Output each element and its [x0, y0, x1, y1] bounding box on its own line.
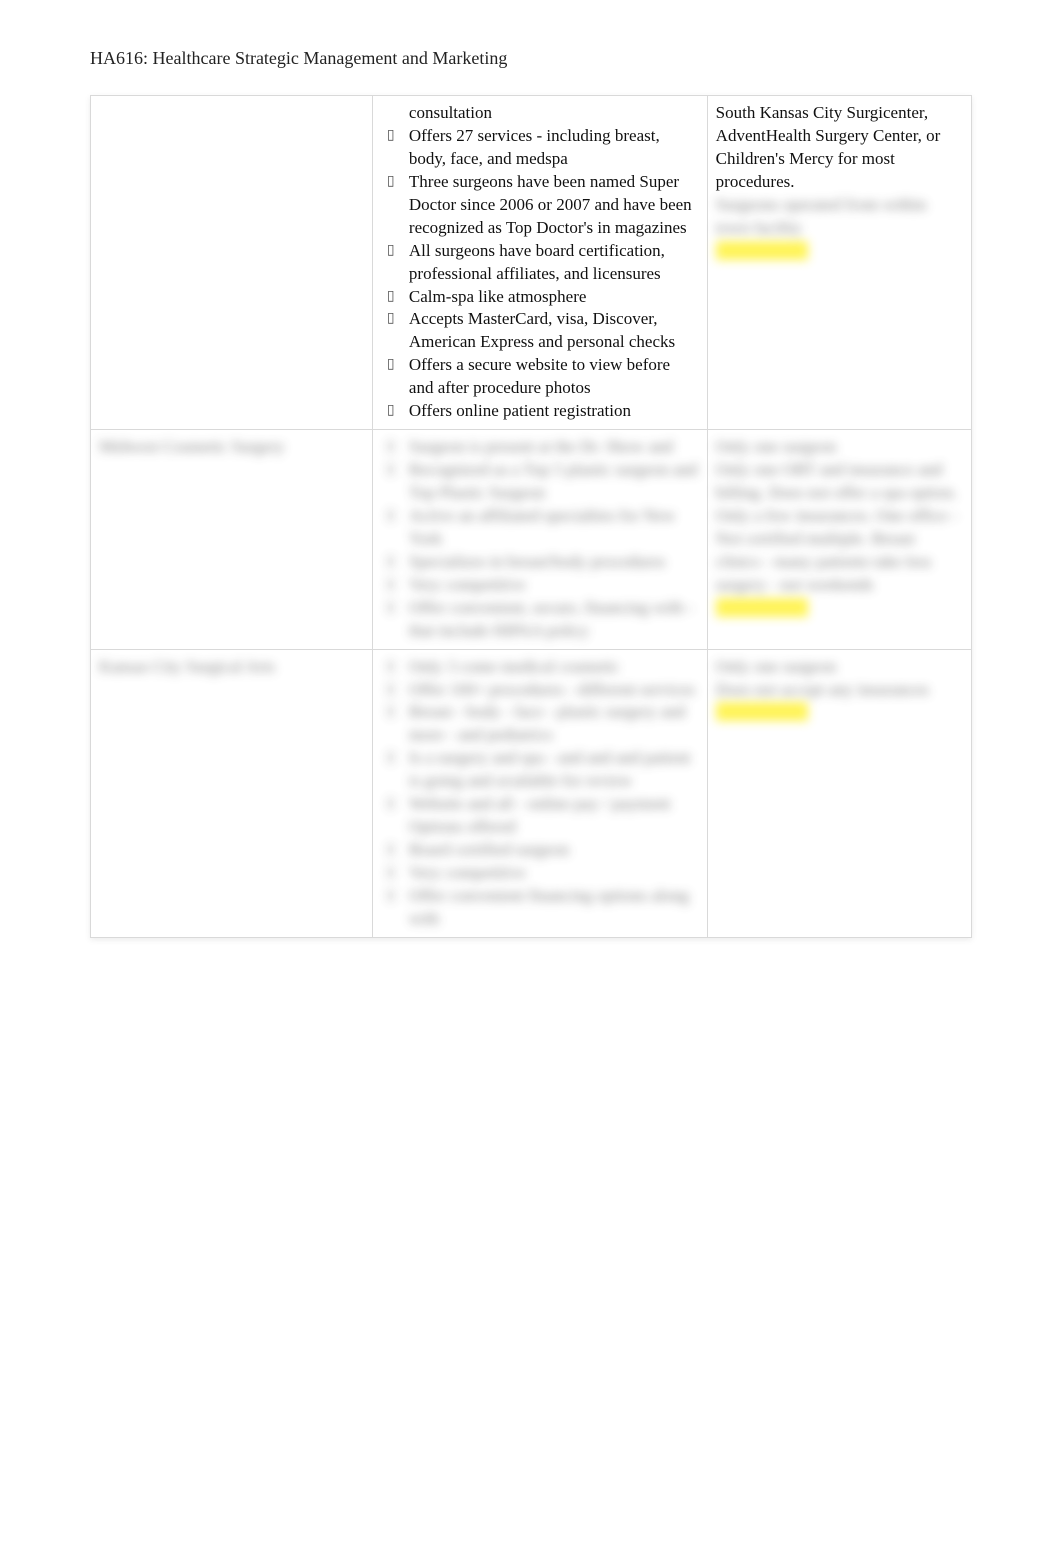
comparison-table: consultation Offers 27 services - includ… — [90, 95, 972, 938]
cell-strengths: consultation Offers 27 services - includ… — [372, 96, 707, 430]
list-item-text: Three surgeons have been named Super Doc… — [409, 172, 692, 237]
blurred-text: Does not accept any insurances — [716, 680, 929, 699]
list-item-text: Only 3 come medical cosmetic — [409, 657, 620, 676]
blurred-text: Only one ORT and insurance and billing. … — [716, 460, 958, 594]
list-item-text: Surgeon is present at the Dr. Show and — [409, 437, 673, 456]
list-item: Breast - body - face - plastic surgery a… — [381, 701, 699, 747]
blur-overlay: Surgeon is present at the Dr. Show and R… — [381, 436, 699, 642]
list-item-text: Very competitive — [409, 863, 526, 882]
list-item-text: Breast - body - face - plastic surgery a… — [409, 702, 685, 744]
list-item-text: Offers a secure website to view before a… — [409, 355, 670, 397]
list-item: Active an affiliated specialties for New… — [381, 505, 699, 551]
cell-competitor-name: Midwest Cosmetic Surgery — [91, 430, 373, 649]
list-item-text: Is a surgery and spa - and and and patie… — [409, 748, 691, 790]
list-item: Only 3 come medical cosmetic — [381, 656, 699, 679]
list-item-text: Board certified surgeon — [409, 840, 569, 859]
blur-overlay: Only one surgeon Only one ORT and insura… — [716, 436, 963, 620]
table-row: Kansas City Surgical Arts Only 3 come me… — [91, 649, 972, 937]
cell-strengths: Surgeon is present at the Dr. Show and R… — [372, 430, 707, 649]
list-item: Calm-spa like atmosphere — [381, 286, 699, 309]
list-item: Offer convenient financing options along… — [381, 885, 699, 931]
bullet-list: Only 3 come medical cosmetic Offer 100+ … — [381, 656, 699, 931]
blur-overlay: Surgeons operated from within town facil… — [716, 194, 963, 263]
list-item: Is a surgery and spa - and and and patie… — [381, 747, 699, 793]
list-item-text: Website and all - online pay / payment O… — [409, 794, 671, 836]
blurred-text: Surgeons operated from within town facil… — [716, 195, 927, 237]
clear-text: South Kansas City Surgicenter, AdventHea… — [716, 102, 963, 194]
document-page: HA616: Healthcare Strategic Management a… — [0, 0, 1062, 1028]
blur-overlay: Midwest Cosmetic Surgery — [99, 436, 364, 459]
list-item-text: consultation — [409, 103, 492, 122]
blur-overlay: Only one surgeon Does not accept any ins… — [716, 656, 963, 725]
list-item: Three surgeons have been named Super Doc… — [381, 171, 699, 240]
list-item: Offers a secure website to view before a… — [381, 354, 699, 400]
cell-competitor-name: Kansas City Surgical Arts — [91, 649, 373, 937]
list-item: Recognized as a Top 5 plastic surgeon an… — [381, 459, 699, 505]
cell-weaknesses: Only one surgeon Only one ORT and insura… — [707, 430, 971, 649]
list-item-text: All surgeons have board certification, p… — [409, 241, 665, 283]
highlight: See comment — [716, 241, 808, 260]
cell-weaknesses: Only one surgeon Does not accept any ins… — [707, 649, 971, 937]
list-item: Specializes in breast/body procedures — [381, 551, 699, 574]
list-item-text: Offer 100+ procedures - different servic… — [409, 680, 695, 699]
blurred-text: Only one surgeon — [716, 657, 837, 676]
list-item-text: Recognized as a Top 5 plastic surgeon an… — [409, 460, 698, 502]
highlight: See comment — [716, 598, 808, 617]
list-item: Offer convenient, secure, financing with… — [381, 597, 699, 643]
highlight: See comment — [716, 702, 808, 721]
bullet-list: consultation Offers 27 services - includ… — [381, 102, 699, 423]
list-item-text: Offers online patient registration — [409, 401, 631, 420]
list-item: Very competitive — [381, 574, 699, 597]
list-item-text: Offer convenient, secure, financing with… — [409, 598, 693, 640]
list-item-text: Specializes in breast/body procedures — [409, 552, 665, 571]
cell-strengths: Only 3 come medical cosmetic Offer 100+ … — [372, 649, 707, 937]
list-item-text: Offers 27 services - including breast, b… — [409, 126, 660, 168]
list-item-text: Calm-spa like atmosphere — [409, 287, 587, 306]
bullet-list: Surgeon is present at the Dr. Show and R… — [381, 436, 699, 642]
list-item: Offers online patient registration — [381, 400, 699, 423]
blur-overlay: Kansas City Surgical Arts — [99, 656, 364, 679]
table-row: Midwest Cosmetic Surgery Surgeon is pres… — [91, 430, 972, 649]
list-item-text: Offer convenient financing options along… — [409, 886, 689, 928]
table-row: consultation Offers 27 services - includ… — [91, 96, 972, 430]
row-label: Midwest Cosmetic Surgery — [99, 431, 285, 456]
list-item: Very competitive — [381, 862, 699, 885]
list-item-text: Very competitive — [409, 575, 526, 594]
blur-overlay: Only 3 come medical cosmetic Offer 100+ … — [381, 656, 699, 931]
list-item: Offer 100+ procedures - different servic… — [381, 679, 699, 702]
list-item: Offers 27 services - including breast, b… — [381, 125, 699, 171]
list-item: consultation — [381, 102, 699, 125]
list-item: Board certified surgeon — [381, 839, 699, 862]
row-label: Kansas City Surgical Arts — [99, 651, 275, 676]
list-item: All surgeons have board certification, p… — [381, 240, 699, 286]
list-item: Surgeon is present at the Dr. Show and — [381, 436, 699, 459]
cell-weaknesses: South Kansas City Surgicenter, AdventHea… — [707, 96, 971, 430]
list-item: Accepts MasterCard, visa, Discover, Amer… — [381, 308, 699, 354]
list-item: Website and all - online pay / payment O… — [381, 793, 699, 839]
list-item-text: Accepts MasterCard, visa, Discover, Amer… — [409, 309, 675, 351]
page-header: HA616: Healthcare Strategic Management a… — [90, 48, 972, 69]
blurred-text: Only one surgeon — [716, 437, 837, 456]
cell-competitor-name — [91, 96, 373, 430]
list-item-text: Active an affiliated specialties for New… — [409, 506, 675, 548]
